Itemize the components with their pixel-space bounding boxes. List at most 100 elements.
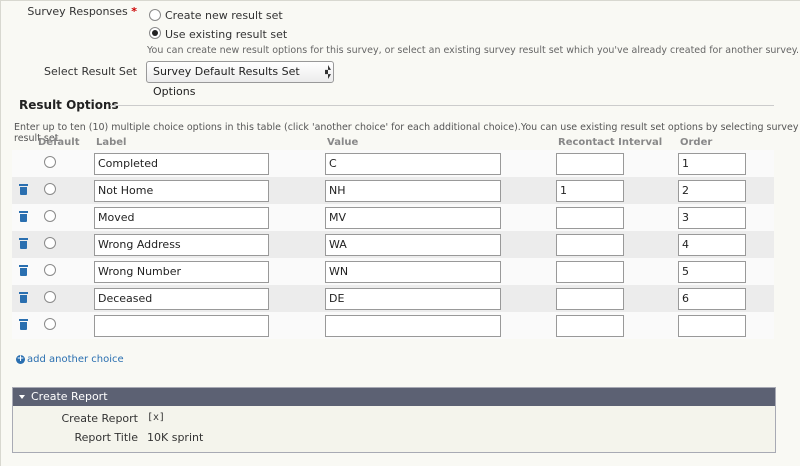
trash-icon[interactable] [19,183,28,195]
default-radio[interactable] [44,210,56,222]
default-cell [38,231,94,258]
value-input[interactable] [325,260,501,283]
radio-use-existing-icon[interactable] [149,27,161,39]
recontact-cell [556,150,678,177]
create-report-panel: Create Report Create Report [x] Report T… [12,387,776,453]
report-title-label: Report Title [74,431,138,444]
label-input[interactable] [94,179,269,202]
label-input[interactable] [94,233,269,256]
recontact-input[interactable] [556,179,624,202]
label-input[interactable] [94,287,269,310]
recontact-input[interactable] [556,206,624,229]
value-input[interactable] [325,314,501,337]
order-input[interactable] [678,260,746,283]
header-value: Value [327,137,359,148]
recontact-cell [556,285,678,312]
value-input[interactable] [325,233,501,256]
label-cell [94,231,325,258]
default-radio[interactable] [44,156,56,168]
default-radio[interactable] [44,264,56,276]
label-input[interactable] [94,206,269,229]
trash-icon[interactable] [19,318,28,330]
label-input[interactable] [94,260,269,283]
order-input[interactable] [678,314,746,337]
collapse-arrow-icon[interactable] [19,395,25,399]
order-input[interactable] [678,206,746,229]
value-cell [325,285,556,312]
default-radio[interactable] [44,318,56,330]
create-report-header-text: Create Report [31,390,108,403]
recontact-input[interactable] [556,260,624,283]
select-result-set-label: Select Result Set [44,65,137,78]
header-order: Order [680,137,713,148]
table-row [12,231,774,258]
table-header-row: Default Label Value Recontact Interval O… [12,135,774,150]
table-row [12,312,774,339]
trash-icon[interactable] [19,210,28,222]
radio-use-existing[interactable] [149,27,161,42]
value-input[interactable] [325,152,501,175]
order-cell [678,258,774,285]
default-radio[interactable] [44,237,56,249]
radio-create-new[interactable] [149,9,161,24]
header-recontact: Recontact Interval [558,137,663,148]
delete-cell [12,204,38,231]
recontact-input[interactable] [556,152,624,175]
result-options-body [12,150,774,339]
report-title-value: 10K sprint [147,431,204,444]
recontact-input[interactable] [556,233,624,256]
left-border [0,0,1,466]
order-input[interactable] [678,152,746,175]
add-choice-link[interactable]: + add another choice [16,352,124,365]
top-border [0,0,800,1]
plus-icon: + [16,353,25,364]
label-cell [94,312,325,339]
result-set-select[interactable]: Survey Default Results Set Options [146,61,334,98]
default-radio[interactable] [44,183,56,195]
table-row [12,204,774,231]
survey-responses-label-text: Survey Responses [27,5,128,18]
survey-responses-label: Survey Responses * [10,5,137,18]
radio-create-new-label[interactable]: Create new result set [165,9,283,22]
delete-cell [12,177,38,204]
delete-cell [12,150,38,177]
value-cell [325,312,556,339]
recontact-input[interactable] [556,314,624,337]
value-input[interactable] [325,179,501,202]
trash-icon[interactable] [19,264,28,276]
radio-create-new-icon[interactable] [149,9,161,21]
add-choice-text[interactable]: add another choice [27,354,124,365]
table-row [12,285,774,312]
radio-use-existing-label[interactable]: Use existing result set [165,28,287,41]
order-cell [678,177,774,204]
default-cell [38,285,94,312]
label-input[interactable] [94,314,269,337]
default-cell [38,312,94,339]
order-input[interactable] [678,179,746,202]
value-input[interactable] [325,206,501,229]
delete-cell [12,231,38,258]
table-row [12,150,774,177]
recontact-input[interactable] [556,287,624,310]
create-report-header[interactable]: Create Report [13,388,775,406]
label-input[interactable] [94,152,269,175]
recontact-cell [556,312,678,339]
default-cell [38,177,94,204]
recontact-cell [556,177,678,204]
value-input[interactable] [325,287,501,310]
result-options-title: Result Options [19,98,119,112]
order-input[interactable] [678,233,746,256]
trash-icon[interactable] [19,237,28,249]
trash-icon[interactable] [19,291,28,303]
label-cell [94,285,325,312]
default-cell [38,150,94,177]
order-cell [678,231,774,258]
required-mark: * [131,5,137,18]
value-cell [325,231,556,258]
order-input[interactable] [678,287,746,310]
recontact-cell [556,258,678,285]
label-cell [94,258,325,285]
header-default: Default [38,137,80,148]
default-radio[interactable] [44,291,56,303]
value-cell [325,177,556,204]
